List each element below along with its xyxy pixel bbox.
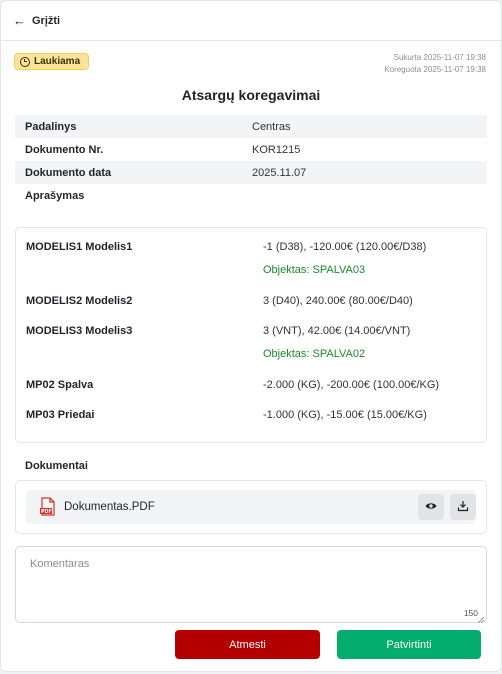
status-badge-label: Laukiama bbox=[34, 56, 81, 67]
resize-handle-icon[interactable] bbox=[477, 614, 485, 624]
list-item: MP02 Spalva -2.000 (KG), -200.00€ (100.0… bbox=[16, 372, 486, 402]
back-button[interactable]: ← Grįžti bbox=[13, 14, 60, 27]
item-name: MODELIS2 Modelis2 bbox=[26, 295, 133, 307]
preview-button[interactable] bbox=[418, 494, 444, 520]
item-name: MP02 Spalva bbox=[26, 379, 94, 391]
info-label: Dokumento Nr. bbox=[25, 143, 104, 156]
status-row: Laukiama Sukurta 2025-11-07 19:38 Koregu… bbox=[1, 51, 501, 81]
info-row-document-number: Dokumento Nr. KOR1215 bbox=[15, 138, 487, 161]
list-item: MODELIS1 Modelis1 -1 (D38), -120.00€ (12… bbox=[16, 234, 486, 288]
eye-icon bbox=[425, 501, 437, 513]
document-file-name[interactable]: Dokumentas.PDF bbox=[64, 501, 155, 513]
arrow-left-icon: ← bbox=[13, 13, 26, 28]
reject-button[interactable]: Atmesti bbox=[175, 630, 320, 659]
item-name: MODELIS3 Modelis3 bbox=[26, 325, 133, 337]
info-row-department: Padalinys Centras bbox=[15, 115, 487, 138]
download-icon bbox=[457, 500, 469, 515]
character-counter: 150 bbox=[463, 608, 478, 618]
adjustment-detail-card: ← Grįžti Laukiama Sukurta 2025-11-07 19:… bbox=[0, 0, 502, 672]
list-item: MP03 Priedai -1.000 (KG), -15.00€ (15.00… bbox=[16, 402, 486, 432]
info-row-document-date: Dokumento data 2025.11.07 bbox=[15, 161, 487, 184]
documents-panel: PDF Dokumentas.PDF bbox=[15, 480, 487, 534]
info-value: Centras bbox=[252, 120, 291, 133]
info-value: 2025.11.07 bbox=[252, 166, 307, 179]
download-button[interactable] bbox=[450, 494, 476, 520]
confirm-button[interactable]: Patvirtinti bbox=[337, 630, 481, 659]
item-name: MP03 Priedai bbox=[26, 409, 95, 421]
item-value: -2.000 (KG), -200.00€ (100.00€/KG) bbox=[263, 379, 440, 391]
info-label: Aprašymas bbox=[25, 189, 85, 202]
comment-field[interactable]: Komentaras 150 bbox=[15, 546, 487, 624]
top-bar: ← Grįžti bbox=[1, 1, 501, 41]
comment-placeholder: Komentaras bbox=[30, 558, 90, 570]
svg-text:PDF: PDF bbox=[41, 509, 52, 515]
documents-heading: Dokumentai bbox=[25, 460, 88, 472]
item-value: 3 (VNT), 42.00€ (14.00€/VNT) bbox=[263, 325, 411, 337]
item-object: Objektas: SPALVA02 bbox=[263, 348, 366, 360]
info-value: KOR1215 bbox=[252, 143, 301, 156]
edited-timestamp: Koreguota 2025-11-07 19:38 bbox=[384, 65, 486, 74]
back-label: Grįžti bbox=[32, 14, 61, 27]
adjustment-items: MODELIS1 Modelis1 -1 (D38), -120.00€ (12… bbox=[15, 227, 487, 443]
list-item: MODELIS2 Modelis2 3 (D40), 240.00€ (80.0… bbox=[16, 288, 486, 318]
item-object: Objektas: SPALVA03 bbox=[263, 264, 366, 276]
timestamps: Sukurta 2025-11-07 19:38 Koreguota 2025-… bbox=[384, 52, 486, 76]
info-row-description: Aprašymas bbox=[15, 184, 487, 207]
item-value: 3 (D40), 240.00€ (80.00€/D40) bbox=[263, 295, 413, 307]
document-info: Padalinys Centras Dokumento Nr. KOR1215 … bbox=[15, 115, 487, 207]
pdf-file-icon: PDF bbox=[40, 497, 56, 517]
info-label: Padalinys bbox=[25, 120, 77, 133]
document-item: PDF Dokumentas.PDF bbox=[26, 490, 476, 524]
page-title: Atsargų koregavimai bbox=[181, 87, 321, 103]
info-label: Dokumento data bbox=[25, 166, 112, 179]
created-timestamp: Sukurta 2025-11-07 19:38 bbox=[393, 53, 486, 62]
item-value: -1.000 (KG), -15.00€ (15.00€/KG) bbox=[263, 409, 427, 421]
item-value: -1 (D38), -120.00€ (120.00€/D38) bbox=[263, 241, 427, 253]
status-badge: Laukiama bbox=[14, 53, 90, 70]
clock-icon bbox=[20, 56, 30, 67]
item-name: MODELIS1 Modelis1 bbox=[26, 241, 133, 253]
list-item: MODELIS3 Modelis3 3 (VNT), 42.00€ (14.00… bbox=[16, 318, 486, 372]
